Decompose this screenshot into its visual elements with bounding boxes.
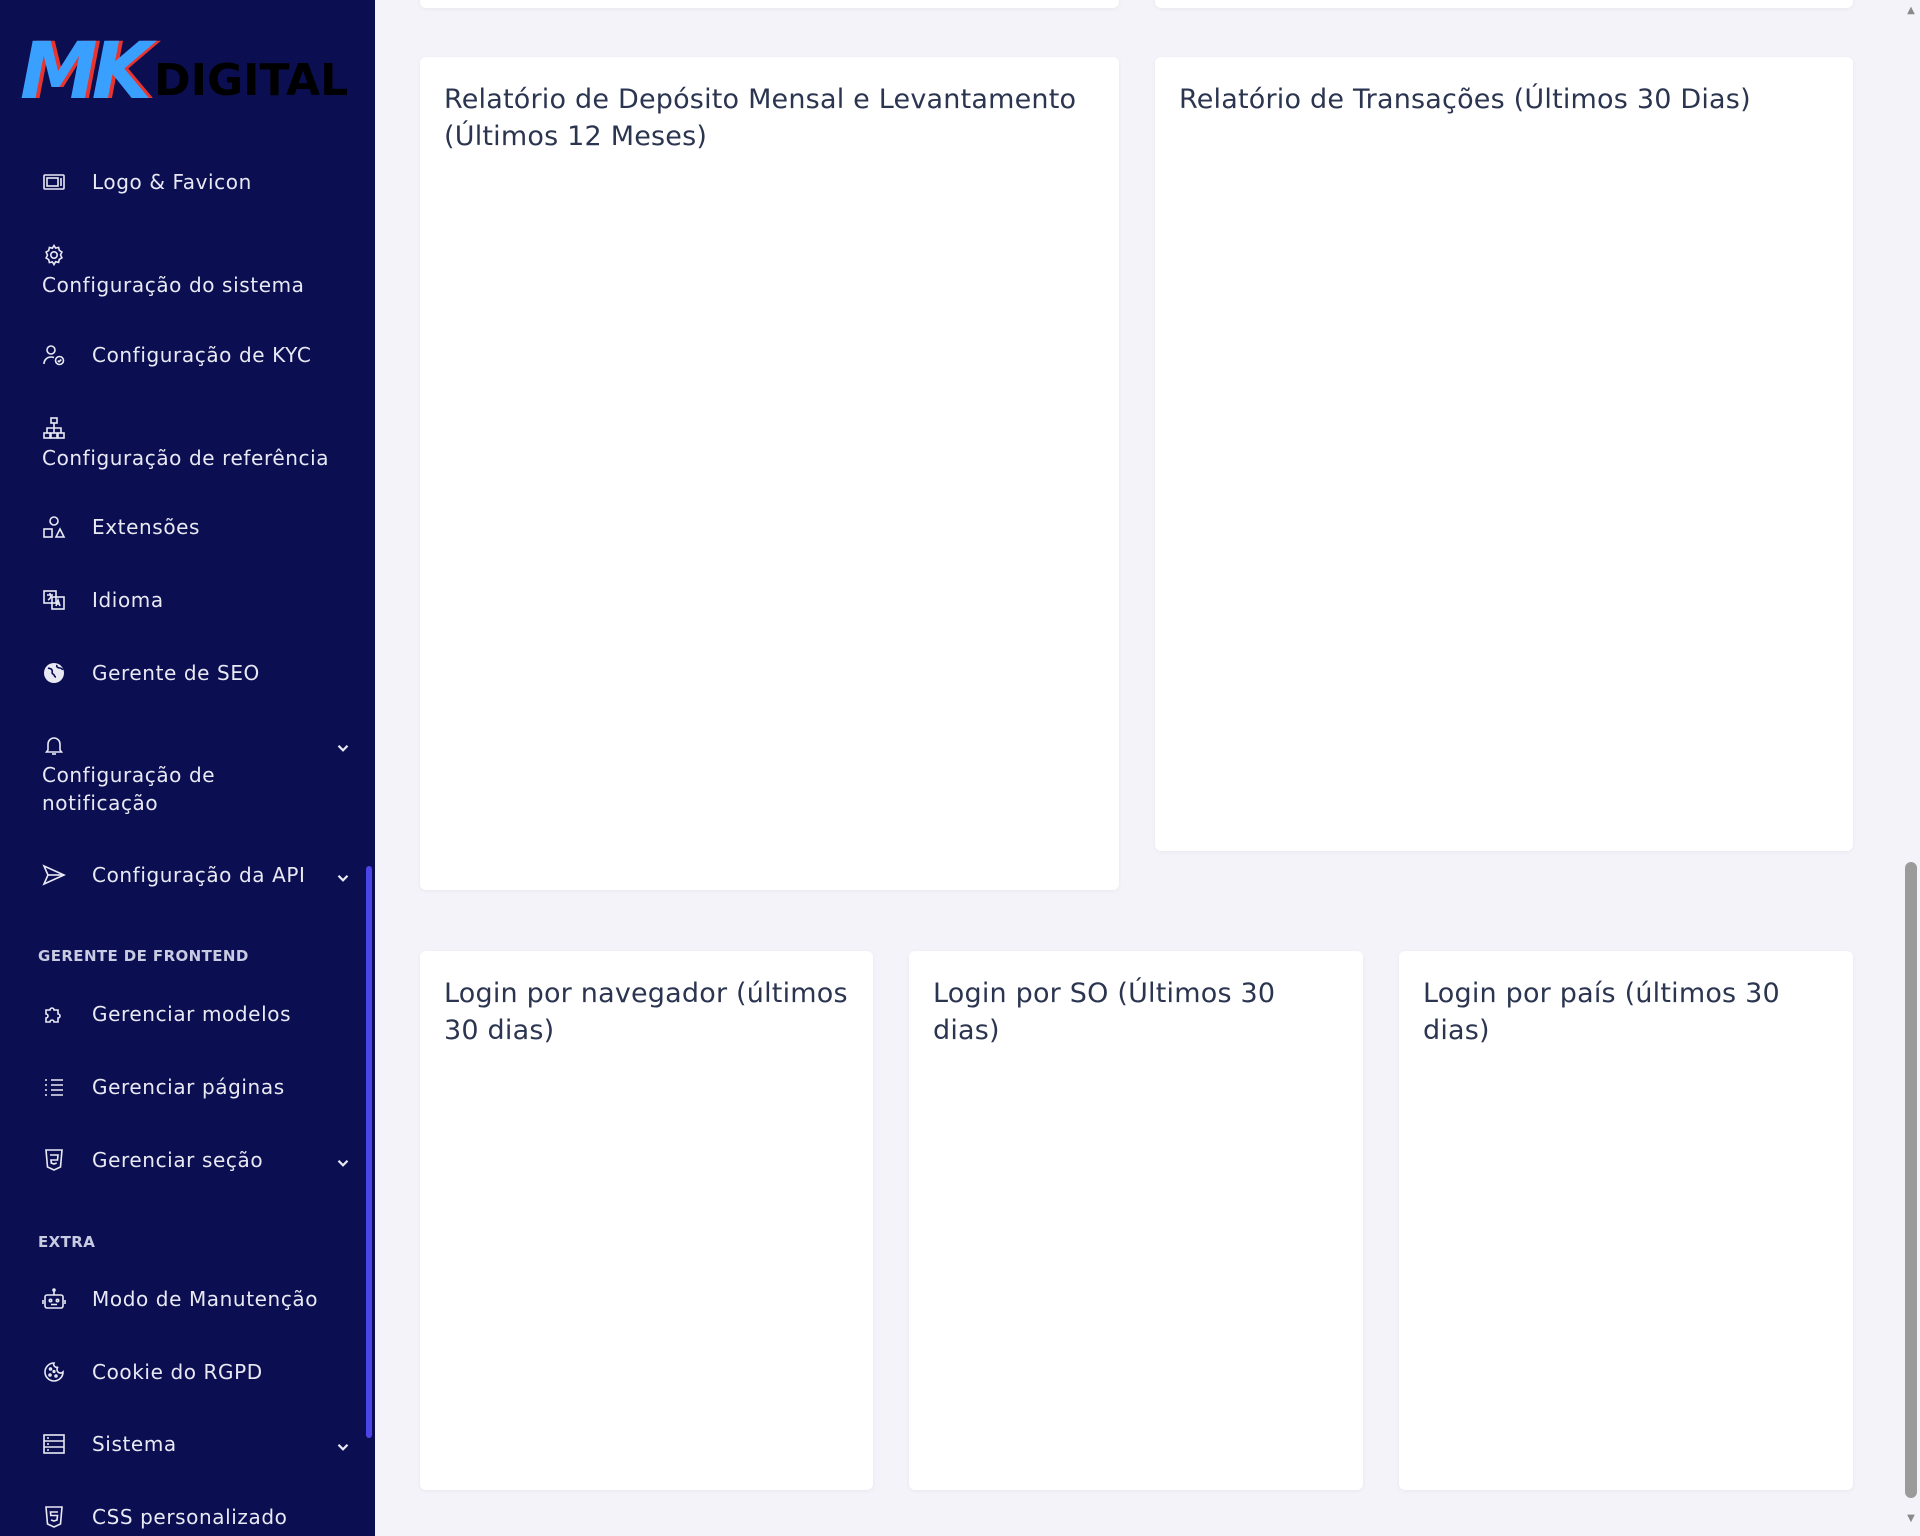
sidebar-item-logo-favicon[interactable]: Logo & Favicon xyxy=(42,170,352,194)
sidebar-item-maintenance-mode[interactable]: Modo de Manutenção xyxy=(42,1287,352,1311)
sidebar-item-extensions[interactable]: Extensões xyxy=(42,515,352,539)
globe-icon xyxy=(44,663,64,683)
sidebar-item-label: CSS personalizado xyxy=(92,1505,288,1529)
sidebar-scrollbar[interactable] xyxy=(366,866,372,1438)
chevron-down-icon[interactable] xyxy=(334,869,352,887)
user-check-icon xyxy=(43,345,65,366)
sidebar-item-label: Gerenciar páginas xyxy=(92,1075,285,1099)
sidebar-item-notification-config[interactable]: Configuração de notificação xyxy=(42,733,352,815)
sidebar-item-label: Sistema xyxy=(92,1432,177,1456)
sidebar-item-label-line2: notificação xyxy=(42,791,159,815)
scrollbar-thumb[interactable] xyxy=(1905,862,1917,1498)
page-scrollbar[interactable]: ▲ ▼ xyxy=(1902,0,1920,1536)
sidebar-item-label: Configuração de notificação xyxy=(42,761,215,817)
sidebar-item-seo-manager[interactable]: Gerente de SEO xyxy=(42,661,352,685)
sidebar-item-label: Gerenciar modelos xyxy=(92,1002,292,1026)
sidebar: MK DIGITAL Logo & Favicon Configuração d… xyxy=(0,0,375,1536)
card-transactions-report: Relatório de Transações (Últimos 30 Dias… xyxy=(1155,57,1853,851)
sidebar-item-api-config[interactable]: Configuração da API xyxy=(42,863,352,887)
robot-icon xyxy=(42,1288,66,1309)
image-frame-icon xyxy=(43,174,65,190)
hierarchy-icon xyxy=(43,417,65,439)
sidebar-item-system[interactable]: Sistema xyxy=(42,1432,352,1456)
card-title: Relatório de Depósito Mensal e Levantame… xyxy=(444,84,1077,152)
scroll-down-arrow-icon[interactable]: ▼ xyxy=(1906,1514,1916,1524)
cookie-icon xyxy=(44,1362,64,1382)
puzzle-icon xyxy=(45,1007,61,1023)
sidebar-item-label: Cookie do RGPD xyxy=(92,1360,263,1384)
sidebar-item-manage-pages[interactable]: Gerenciar páginas xyxy=(42,1075,352,1099)
sidebar-item-manage-templates[interactable]: Gerenciar modelos xyxy=(42,1002,352,1026)
sidebar-item-label: Extensões xyxy=(92,515,201,539)
sidebar-item-label: Configuração de referência xyxy=(42,446,330,470)
logo-mk-text: MK xyxy=(20,27,152,117)
language-icon xyxy=(43,590,65,610)
logo-digital-text: DIGITAL xyxy=(154,55,349,106)
send-icon xyxy=(42,864,66,886)
section-header-frontend: GERENTE DE FRONTEND xyxy=(38,947,249,965)
sidebar-item-label: Modo de Manutenção xyxy=(92,1287,319,1311)
sidebar-item-label: Gerenciar seção xyxy=(92,1148,264,1172)
card-deposit-withdraw-report: Relatório de Depósito Mensal e Levantame… xyxy=(420,57,1119,890)
card-title: Relatório de Transações (Últimos 30 Dias… xyxy=(1179,84,1751,115)
card-login-by-os: Login por SO (Últimos 30 dias) xyxy=(909,951,1363,1490)
card-login-by-country: Login por país (últimos 30 dias) xyxy=(1399,951,1853,1490)
card-partial-top-left xyxy=(420,0,1119,8)
sidebar-item-label: Idioma xyxy=(92,588,164,612)
bell-icon xyxy=(44,737,64,755)
sidebar-item-custom-css[interactable]: CSS personalizado xyxy=(42,1505,352,1529)
sidebar-item-label: Configuração da API xyxy=(92,863,306,887)
brand-logo[interactable]: MK DIGITAL xyxy=(20,27,349,117)
list-icon xyxy=(45,1079,63,1096)
sidebar-item-label: Logo & Favicon xyxy=(92,170,252,194)
sidebar-item-gdpr-cookie[interactable]: Cookie do RGPD xyxy=(42,1360,352,1384)
card-title: Login por SO (Últimos 30 dias) xyxy=(933,978,1276,1046)
card-partial-top-right xyxy=(1155,0,1853,8)
html5-icon xyxy=(45,1149,63,1171)
card-title: Login por país (últimos 30 dias) xyxy=(1423,978,1780,1046)
section-header-extra: EXTRA xyxy=(38,1233,96,1251)
chevron-down-icon[interactable] xyxy=(334,739,352,757)
sidebar-item-label: Gerente de SEO xyxy=(92,661,260,685)
server-icon xyxy=(43,1434,65,1454)
sidebar-item-label: Configuração de KYC xyxy=(92,343,312,367)
card-login-by-browser: Login por navegador (últimos 30 dias) xyxy=(420,951,873,1490)
card-title: Login por navegador (últimos 30 dias) xyxy=(444,978,848,1046)
sidebar-item-manage-sections[interactable]: Gerenciar seção xyxy=(42,1148,352,1172)
chevron-down-icon[interactable] xyxy=(334,1154,352,1172)
sidebar-item-label-line1: Configuração de xyxy=(42,763,216,787)
gear-icon xyxy=(45,243,63,267)
sidebar-item-kyc-config[interactable]: Configuração de KYC xyxy=(42,343,352,367)
sidebar-item-label: Configuração do sistema xyxy=(42,273,305,297)
shapes-icon xyxy=(43,516,66,538)
sidebar-item-system-config[interactable]: Configuração do sistema xyxy=(42,243,352,299)
sidebar-item-language[interactable]: Idioma xyxy=(42,588,352,612)
scroll-up-arrow-icon[interactable]: ▲ xyxy=(1906,6,1916,16)
chevron-down-icon[interactable] xyxy=(334,1438,352,1456)
sidebar-item-referral-config[interactable]: Configuração de referência xyxy=(42,416,352,472)
css3-icon xyxy=(45,1506,63,1528)
